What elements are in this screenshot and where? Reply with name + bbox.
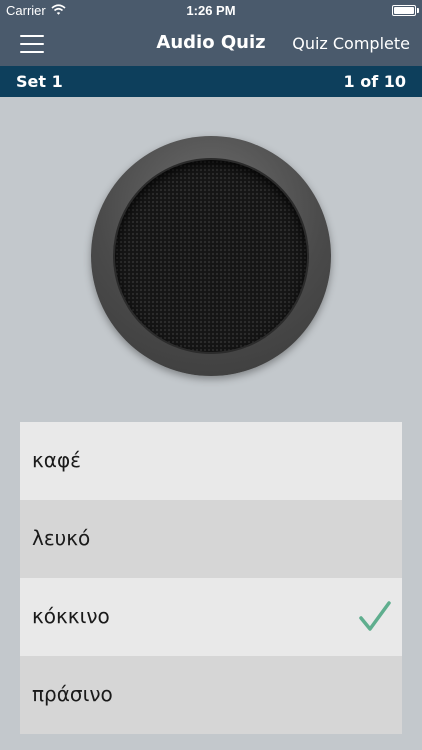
answer-text: λευκό [32, 526, 91, 550]
speaker-icon[interactable] [91, 136, 331, 376]
page-title: Audio Quiz [156, 32, 266, 53]
battery-fill [394, 7, 414, 14]
menu-line [20, 51, 44, 53]
answer-text: κόκκινο [32, 604, 110, 628]
status-bar: Carrier 1:26 PM [0, 0, 422, 22]
menu-line [20, 35, 44, 37]
speaker-grille [115, 160, 307, 352]
answer-list: καφέ λευκό κόκκινο πράσινο [20, 422, 402, 734]
answer-option[interactable]: λευκό [20, 500, 402, 578]
battery-tip [417, 8, 419, 13]
answer-option[interactable]: κόκκινο [20, 578, 402, 656]
answer-text: πράσινο [32, 682, 113, 706]
answer-text: καφέ [32, 448, 81, 472]
quiz-complete-button[interactable]: Quiz Complete [292, 34, 410, 53]
battery-icon [392, 5, 416, 16]
checkmark-icon [359, 601, 391, 631]
navigation-bar: Audio Quiz Quiz Complete [0, 22, 422, 66]
answer-option[interactable]: καφέ [20, 422, 402, 500]
set-info-bar: Set 1 1 of 10 [0, 66, 422, 97]
question-progress: 1 of 10 [343, 72, 407, 91]
set-label: Set 1 [16, 72, 63, 91]
hamburger-menu-icon[interactable] [20, 34, 44, 54]
answer-option[interactable]: πράσινο [20, 656, 402, 734]
status-time: 1:26 PM [186, 3, 236, 18]
menu-line [20, 43, 44, 45]
